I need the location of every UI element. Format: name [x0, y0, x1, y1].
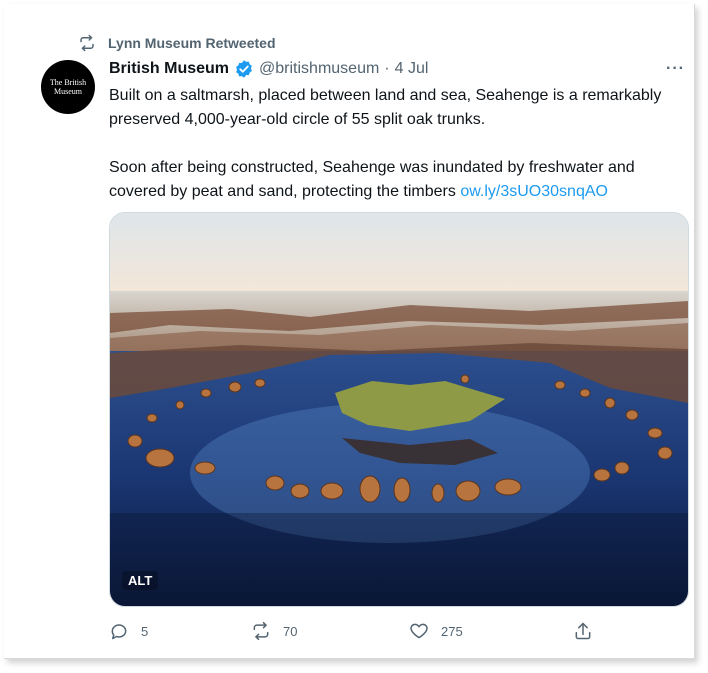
reply-icon — [111, 624, 127, 640]
author-name[interactable]: British Museum — [109, 60, 229, 78]
tweet-text: Built on a saltmarsh, placed between lan… — [109, 84, 689, 204]
tweet-card[interactable]: Lynn Museum Retweeted The British Museum… — [4, 4, 695, 659]
more-options-icon[interactable]: ··· — [666, 60, 685, 78]
tweet-paragraph-2: Soon after being constructed, Seahenge w… — [109, 156, 689, 204]
share-button[interactable] — [573, 621, 593, 641]
heart-icon — [410, 623, 428, 639]
tweet-link[interactable]: ow.ly/3sUO30snqAO — [460, 183, 608, 200]
retweet-context: Lynn Museum Retweeted — [78, 34, 276, 52]
tweet-paragraph-1: Built on a saltmarsh, placed between lan… — [109, 87, 662, 128]
like-count: 275 — [441, 623, 463, 639]
alt-text-badge[interactable]: ALT — [122, 571, 159, 590]
header-separator: · — [384, 60, 390, 77]
tweet-actions: 5 70 275 — [109, 621, 599, 645]
reply-count: 5 — [141, 623, 149, 639]
retweet-context-label[interactable]: Lynn Museum Retweeted — [108, 35, 276, 51]
avatar[interactable]: The British Museum — [41, 60, 95, 114]
retweet-action-icon — [253, 621, 269, 641]
avatar-text-line1: The British — [49, 78, 87, 87]
avatar-text-line2: Museum — [54, 87, 82, 96]
verified-badge-icon — [236, 60, 252, 78]
retweet-icon — [80, 34, 94, 52]
tweet-media-photo[interactable]: ALT — [109, 212, 689, 607]
retweet-button[interactable]: 70 — [251, 621, 297, 641]
seahenge-photo — [110, 213, 688, 606]
retweet-count: 70 — [283, 623, 298, 639]
like-button[interactable]: 275 — [409, 621, 463, 641]
share-icon — [575, 622, 591, 640]
tweet-header: British Museum @britishmuseum · 4 Jul — [109, 59, 428, 79]
tweet-date[interactable]: 4 Jul — [395, 60, 429, 78]
author-handle[interactable]: @britishmuseum — [259, 60, 379, 78]
reply-button[interactable]: 5 — [109, 621, 148, 641]
